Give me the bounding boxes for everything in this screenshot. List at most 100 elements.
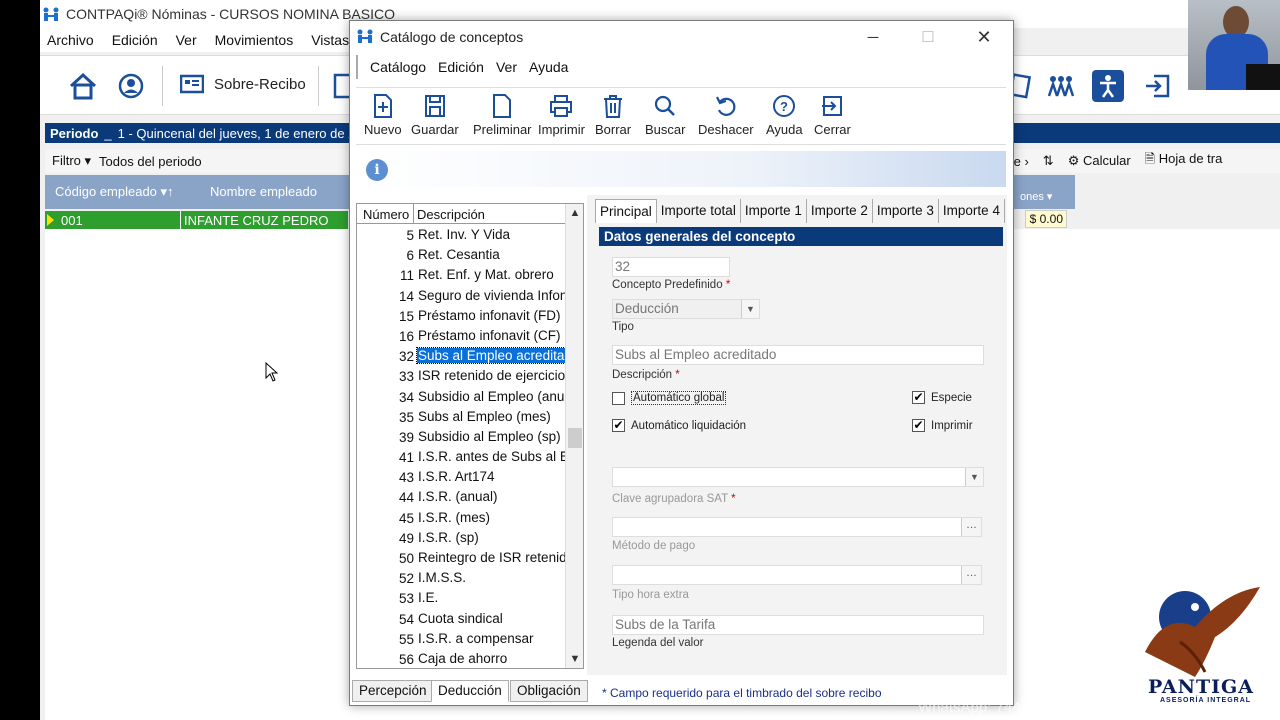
- list-item[interactable]: 50 Reintegro de ISR retenido: [357, 549, 565, 569]
- col-numero[interactable]: Número: [363, 207, 409, 222]
- close-button[interactable]: ✕: [964, 25, 1004, 49]
- list-item[interactable]: 33 ISR retenido de ejercicio a: [357, 367, 565, 387]
- hoja-button[interactable]: 🗎 Hoja de tra: [1145, 150, 1223, 172]
- descripcion-field[interactable]: Subs al Empleo acreditado: [612, 345, 984, 365]
- tab-deduccion[interactable]: Deducción: [431, 680, 509, 702]
- list-item[interactable]: 6 Ret. Cesantia: [357, 246, 565, 266]
- tab-percepcion[interactable]: Percepción: [352, 680, 434, 702]
- list-item[interactable]: 52 I.M.S.S.: [357, 569, 565, 589]
- clave-sat-select[interactable]: ▼: [612, 467, 984, 487]
- guardar-button[interactable]: Guardar: [411, 94, 459, 137]
- concepto-predefinido-text: Concepto Predefinido: [612, 279, 723, 291]
- numero-field[interactable]: 32: [612, 257, 730, 277]
- concept-list: Número Descripción 5 Ret. Inv. Y Vida 6 Ret…: [356, 203, 584, 669]
- automatico-global-checkbox[interactable]: Automático global: [612, 391, 727, 405]
- browse-button[interactable]: …: [961, 518, 981, 536]
- list-item[interactable]: 16 Préstamo infonavit (CF): [357, 327, 565, 347]
- minimize-button[interactable]: ─: [853, 25, 893, 49]
- table-row[interactable]: 001 INFANTE CRUZ PEDRO: [45, 211, 348, 229]
- list-item[interactable]: 35 Subs al Empleo (mes): [357, 408, 565, 428]
- cerrar-button[interactable]: Cerrar: [814, 94, 851, 137]
- info-icon[interactable]: i: [366, 159, 388, 181]
- deshacer-button[interactable]: Deshacer: [698, 94, 754, 137]
- menu-ver[interactable]: Ver: [496, 59, 517, 75]
- list-item-number: 6: [406, 248, 414, 264]
- checkmark-icon[interactable]: ✔: [912, 419, 925, 432]
- list-item[interactable]: 44 I.S.R. (anual): [357, 488, 565, 508]
- periodo-dropdown-icon[interactable]: _: [104, 126, 111, 141]
- list-item[interactable]: 32 Subs al Empleo acreditado: [357, 347, 565, 367]
- buscar-button[interactable]: Buscar: [645, 94, 685, 137]
- list-item[interactable]: 53 I.E.: [357, 589, 565, 609]
- tipo-hora-field[interactable]: …: [612, 565, 982, 585]
- mouse-cursor-icon: [265, 362, 279, 382]
- menu-vistas[interactable]: Vistas: [311, 32, 349, 48]
- people-icon[interactable]: [1045, 70, 1077, 102]
- list-item[interactable]: 49 I.S.R. (sp): [357, 529, 565, 549]
- checkmark-icon[interactable]: ✔: [912, 391, 925, 404]
- preliminar-button[interactable]: Preliminar: [473, 94, 532, 137]
- tab-importe-total[interactable]: Importe total: [657, 199, 741, 223]
- col-descripcion[interactable]: Descripción: [417, 207, 485, 222]
- automatico-liquidacion-checkbox[interactable]: ✔ Automático liquidación: [612, 419, 746, 432]
- checkbox-unchecked[interactable]: [612, 391, 625, 405]
- menu-movimientos[interactable]: Movimientos: [215, 32, 294, 48]
- col-codigo-empleado[interactable]: Código empleado ▾↑: [55, 184, 174, 200]
- list-item[interactable]: 5 Ret. Inv. Y Vida: [357, 226, 565, 246]
- list-item[interactable]: 54 Cuota sindical: [357, 610, 565, 630]
- ayuda-button[interactable]: ? Ayuda: [766, 94, 803, 137]
- menu-catalogo[interactable]: Catálogo: [370, 59, 426, 75]
- tab-importe-1[interactable]: Importe 1: [741, 199, 807, 223]
- list-item[interactable]: 41 I.S.R. antes de Subs al En: [357, 448, 565, 468]
- concept-detail-panel: Principal Importe total Importe 1 Import…: [587, 195, 1007, 675]
- maximize-button[interactable]: ☐: [908, 25, 948, 49]
- tab-importe-2[interactable]: Importe 2: [807, 199, 873, 223]
- menu-edicion[interactable]: Edición: [438, 59, 484, 75]
- user-icon[interactable]: [115, 70, 147, 102]
- menu-ayuda[interactable]: Ayuda: [529, 59, 568, 75]
- sort-icon[interactable]: ⇅: [1043, 153, 1054, 169]
- home-icon[interactable]: [67, 70, 99, 102]
- list-item[interactable]: 45 I.S.R. (mes): [357, 509, 565, 529]
- list-item[interactable]: 55 I.S.R. a compensar: [357, 630, 565, 650]
- list-item-number: 50: [398, 551, 414, 566]
- borrar-button[interactable]: Borrar: [595, 94, 631, 137]
- list-item[interactable]: 39 Subsidio al Empleo (sp): [357, 428, 565, 448]
- browse-button[interactable]: …: [961, 566, 981, 584]
- metodo-pago-field[interactable]: …: [612, 517, 982, 537]
- calcular-button[interactable]: ⚙ Calcular: [1068, 153, 1131, 169]
- list-item[interactable]: 11 Ret. Enf. y Mat. obrero: [357, 266, 565, 286]
- tab-importe-3[interactable]: Importe 3: [873, 199, 939, 223]
- accessibility-icon[interactable]: [1092, 70, 1124, 102]
- list-item[interactable]: 14 Seguro de vivienda Infona: [357, 287, 565, 307]
- scroll-up-icon[interactable]: ▲: [566, 204, 584, 222]
- chevron-down-icon[interactable]: ▼: [741, 300, 759, 318]
- exit-icon[interactable]: [1142, 70, 1174, 102]
- list-item[interactable]: 43 I.S.R. Art174: [357, 468, 565, 488]
- nuevo-button[interactable]: Nuevo: [364, 94, 402, 137]
- list-scrollbar[interactable]: ▲ ▼: [565, 204, 583, 668]
- list-item[interactable]: 56 Caja de ahorro: [357, 650, 565, 668]
- list-item[interactable]: 34 Subsidio al Empleo (anual: [357, 388, 565, 408]
- tab-principal[interactable]: Principal: [595, 199, 657, 223]
- checkmark-icon[interactable]: ✔: [612, 419, 625, 432]
- col-ones-label[interactable]: ones ▾: [1020, 190, 1052, 203]
- list-item[interactable]: 15 Préstamo infonavit (FD): [357, 307, 565, 327]
- imprimir-button[interactable]: Imprimir: [538, 94, 585, 137]
- especie-checkbox[interactable]: ✔ Especie: [912, 391, 972, 404]
- legenda-field[interactable]: Subs de la Tarifa: [612, 615, 984, 635]
- filtro-dropdown[interactable]: Filtro ▾: [52, 153, 91, 169]
- tab-obligacion[interactable]: Obligación: [510, 680, 588, 702]
- chevron-down-icon[interactable]: ▼: [965, 468, 983, 486]
- concept-type-tabs: Percepción Deducción Obligación * Campo …: [352, 678, 1002, 704]
- sobre-recibo-button[interactable]: Sobre-Recibo: [180, 68, 306, 100]
- imprimir-checkbox[interactable]: ✔ Imprimir: [912, 419, 973, 432]
- menu-ver[interactable]: Ver: [176, 32, 197, 48]
- tab-importe-4[interactable]: Importe 4: [939, 199, 1005, 223]
- col-nombre-empleado[interactable]: Nombre empleado: [210, 184, 317, 199]
- scroll-thumb[interactable]: [568, 428, 582, 448]
- scroll-down-icon[interactable]: ▼: [566, 650, 584, 668]
- menu-archivo[interactable]: Archivo: [47, 32, 94, 48]
- menu-edicion[interactable]: Edición: [112, 32, 158, 48]
- tipo-select[interactable]: Deducción ▼: [612, 299, 760, 319]
